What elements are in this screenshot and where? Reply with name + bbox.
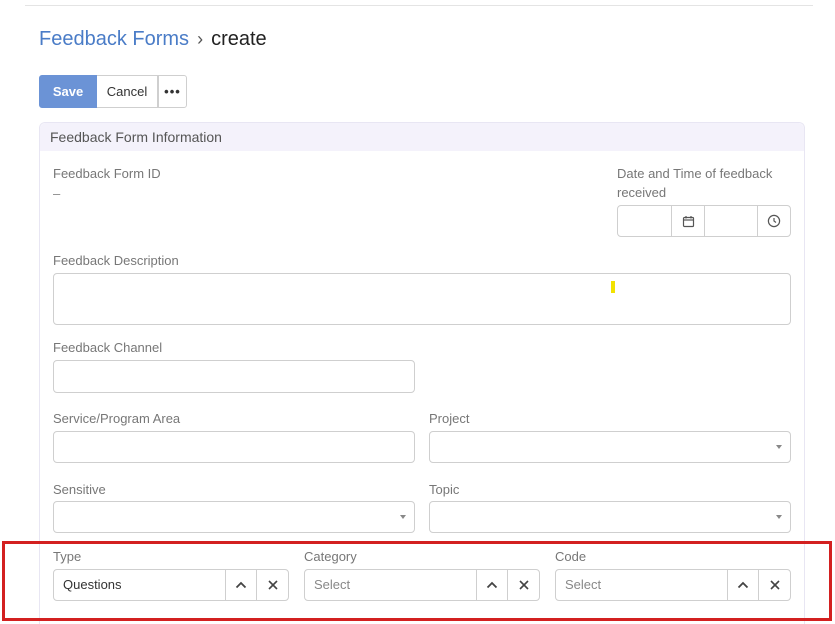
chevron-up-icon[interactable]: [728, 570, 759, 600]
topic-label: Topic: [429, 482, 460, 497]
feedback-form-id-label: Feedback Form ID: [53, 166, 161, 181]
category-combobox[interactable]: Select: [304, 569, 540, 601]
cancel-button[interactable]: Cancel: [97, 75, 158, 108]
feedback-form-id-value: –: [53, 186, 61, 201]
topic-select[interactable]: [429, 501, 791, 533]
more-actions-button[interactable]: •••: [158, 75, 187, 108]
action-toolbar: Save Cancel •••: [39, 75, 187, 108]
feedback-channel-label: Feedback Channel: [53, 340, 163, 355]
date-time-label-line2: received: [617, 185, 667, 200]
date-time-label-line1: Date and Time of feedback: [617, 166, 773, 181]
code-placeholder[interactable]: Select: [556, 570, 728, 600]
breadcrumb: Feedback Forms › create: [39, 26, 267, 52]
panel-title: Feedback Form Information: [40, 123, 804, 151]
feedback-description-label: Feedback Description: [53, 253, 179, 268]
top-divider: [25, 5, 813, 6]
date-time-input-group: [617, 205, 791, 237]
close-icon[interactable]: [257, 570, 288, 600]
sensitive-select[interactable]: [53, 501, 415, 533]
breadcrumb-current: create: [211, 28, 267, 50]
cursor-indicator: [611, 281, 615, 293]
chevron-up-icon[interactable]: [477, 570, 508, 600]
type-combobox[interactable]: Questions: [53, 569, 289, 601]
service-area-label: Service/Program Area: [53, 411, 181, 426]
feedback-description-textarea[interactable]: [53, 273, 791, 325]
chevron-up-icon[interactable]: [226, 570, 257, 600]
service-area-input[interactable]: [53, 431, 415, 463]
date-input[interactable]: [618, 206, 672, 236]
clock-icon[interactable]: [758, 206, 790, 236]
sensitive-label: Sensitive: [53, 482, 106, 497]
time-input[interactable]: [705, 206, 758, 236]
category-label: Category: [304, 549, 357, 564]
close-icon[interactable]: [759, 570, 790, 600]
project-label: Project: [429, 411, 470, 426]
code-label: Code: [555, 549, 587, 564]
save-button[interactable]: Save: [39, 75, 97, 108]
feedback-channel-input[interactable]: [53, 360, 415, 393]
calendar-icon[interactable]: [672, 206, 705, 236]
caret-down-icon: [400, 515, 406, 519]
caret-down-icon: [776, 515, 782, 519]
category-placeholder[interactable]: Select: [305, 570, 477, 600]
caret-down-icon: [776, 445, 782, 449]
breadcrumb-feedback-forms-link[interactable]: Feedback Forms: [39, 26, 189, 52]
project-select[interactable]: [429, 431, 791, 463]
type-label: Type: [53, 549, 82, 564]
type-value[interactable]: Questions: [54, 570, 226, 600]
code-combobox[interactable]: Select: [555, 569, 791, 601]
breadcrumb-separator: ›: [197, 29, 204, 49]
close-icon[interactable]: [508, 570, 539, 600]
